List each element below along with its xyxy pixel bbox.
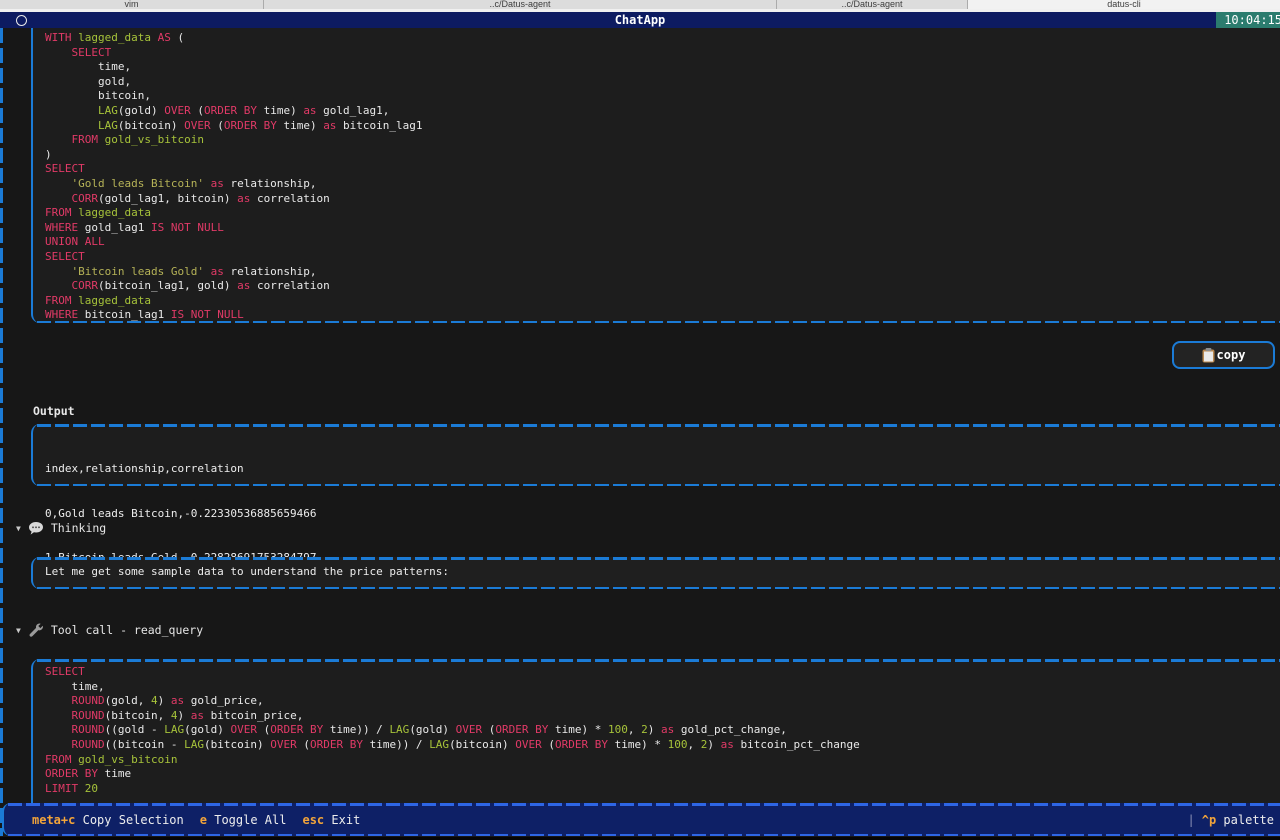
- tool-call-header[interactable]: ▼ Tool call - read_query: [16, 623, 203, 637]
- tab-datus-cli[interactable]: datus-cli: [968, 0, 1280, 9]
- code-line: time,: [45, 680, 1280, 695]
- tool-call-title: Tool call - read_query: [51, 623, 203, 637]
- code-line: time,: [45, 60, 1280, 75]
- output-line: index,relationship,correlation: [45, 462, 1280, 477]
- thinking-title: Thinking: [51, 521, 106, 535]
- code-line: SELECT: [45, 250, 1280, 265]
- tab-label: datus-cli: [1107, 0, 1141, 9]
- output-box: index,relationship,correlation 0,Gold le…: [31, 424, 1280, 486]
- code-line: WITH lagged_data AS (: [45, 31, 1280, 46]
- wrench-icon: [29, 623, 43, 637]
- sql-code-block-2: SELECT time, ROUND(gold, 4) as gold_pric…: [31, 659, 1280, 804]
- code-line: CORR(bitcoin_lag1, gold) as correlation: [45, 279, 1280, 294]
- panel-border: [37, 484, 1280, 487]
- speech-bubble-icon: [29, 522, 43, 535]
- code-line: 'Bitcoin leads Gold' as relationship,: [45, 265, 1280, 280]
- thinking-section-header[interactable]: ▼ Thinking: [16, 521, 106, 535]
- chat-scroll-rail[interactable]: [0, 28, 3, 836]
- footer-key-bar: meta+c Copy Selection e Toggle All esc E…: [2, 803, 1280, 836]
- panel-border: [37, 557, 1280, 560]
- code-line: ): [45, 148, 1280, 163]
- code-line: FROM gold_vs_bitcoin: [45, 133, 1280, 148]
- clock: 10:04:15: [1216, 12, 1280, 28]
- key-binding-toggle-all[interactable]: e Toggle All: [200, 813, 287, 827]
- code-line: ORDER BY time: [45, 767, 1280, 782]
- code-line: SELECT: [45, 46, 1280, 61]
- sql-code-block-1: WITH lagged_data AS ( SELECT time, gold,…: [31, 28, 1280, 323]
- code-line: LAG(gold) OVER (ORDER BY time) as gold_l…: [45, 104, 1280, 119]
- code-line: SELECT: [45, 665, 1280, 680]
- copy-button[interactable]: copy: [1172, 341, 1275, 369]
- output-label: Output: [33, 404, 75, 418]
- panel-border: [37, 424, 1280, 427]
- code-line: 'Gold leads Bitcoin' as relationship,: [45, 177, 1280, 192]
- key-binding-palette[interactable]: ^p palette: [1202, 813, 1274, 827]
- tab-label: ..c/Datus-agent: [841, 0, 902, 9]
- panel-border: [37, 659, 1280, 662]
- app-title: ChatApp: [0, 12, 1280, 28]
- tab-datus-agent-1[interactable]: ..c/Datus-agent: [264, 0, 777, 9]
- tab-label: ..c/Datus-agent: [489, 0, 550, 9]
- code-line: ROUND((gold - LAG(gold) OVER (ORDER BY t…: [45, 723, 1280, 738]
- code-line: ROUND(gold, 4) as gold_price,: [45, 694, 1280, 709]
- sql-code-2[interactable]: SELECT time, ROUND(gold, 4) as gold_pric…: [33, 659, 1280, 796]
- code-line: bitcoin,: [45, 89, 1280, 104]
- code-line: WHERE gold_lag1 IS NOT NULL: [45, 221, 1280, 236]
- code-line: CORR(gold_lag1, bitcoin) as correlation: [45, 192, 1280, 207]
- code-line: UNION ALL: [45, 235, 1280, 250]
- output-line: 0,Gold leads Bitcoin,-0.2233053688565946…: [45, 507, 1280, 522]
- tab-datus-agent-2[interactable]: ..c/Datus-agent: [777, 0, 968, 9]
- copy-button-label: copy: [1217, 348, 1246, 362]
- code-line: LIMIT 20: [45, 782, 1280, 797]
- code-line: ROUND((bitcoin - LAG(bitcoin) OVER (ORDE…: [45, 738, 1280, 753]
- terminal-tab-bar: vim ..c/Datus-agent ..c/Datus-agent datu…: [0, 0, 1280, 12]
- code-line: FROM lagged_data: [45, 206, 1280, 221]
- panel-border: [37, 321, 1280, 324]
- tab-label: vim: [125, 0, 139, 9]
- code-line: SELECT: [45, 162, 1280, 177]
- collapse-triangle-icon[interactable]: ▼: [16, 524, 21, 533]
- loading-spinner-icon: [16, 15, 27, 26]
- code-line: ROUND(bitcoin, 4) as bitcoin_price,: [45, 709, 1280, 724]
- tab-vim[interactable]: vim: [0, 0, 264, 9]
- footer-border: [8, 834, 1280, 837]
- code-line: FROM lagged_data: [45, 294, 1280, 309]
- code-line: FROM gold_vs_bitcoin: [45, 753, 1280, 768]
- panel-border: [37, 587, 1280, 590]
- thinking-box: Let me get some sample data to understan…: [31, 557, 1280, 589]
- code-line: gold,: [45, 75, 1280, 90]
- app-title-bar: ChatApp 10:04:15: [0, 12, 1280, 28]
- sql-code-1[interactable]: WITH lagged_data AS ( SELECT time, gold,…: [33, 28, 1280, 323]
- code-line: LAG(bitcoin) OVER (ORDER BY time) as bit…: [45, 119, 1280, 134]
- thinking-text: Let me get some sample data to understan…: [33, 557, 1280, 580]
- key-binding-exit[interactable]: esc Exit: [302, 813, 360, 827]
- clipboard-icon: [1202, 348, 1215, 363]
- collapse-triangle-icon[interactable]: ▼: [16, 626, 21, 635]
- key-binding-copy-selection[interactable]: meta+c Copy Selection: [32, 813, 184, 827]
- footer-separator: |: [1188, 813, 1195, 827]
